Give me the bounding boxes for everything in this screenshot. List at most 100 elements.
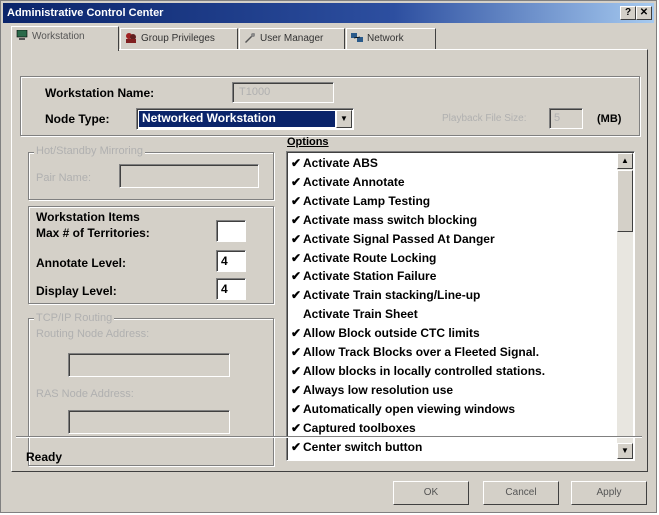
option-item[interactable]: Activate Train Sheet	[291, 307, 418, 321]
check-icon: ✔	[291, 345, 302, 359]
workstation-name-label: Workstation Name:	[45, 86, 155, 100]
check-icon: ✔	[291, 439, 302, 454]
option-item[interactable]: ✔ Activate Route Locking	[291, 251, 436, 265]
workstation-tab-panel: Workstation Name: T1000 Node Type: Netwo…	[11, 49, 648, 472]
check-icon: ✔	[291, 156, 302, 170]
option-item[interactable]: ✔ Allow Track Blocks over a Fleeted Signa…	[291, 345, 539, 359]
network-icon	[351, 31, 363, 42]
check-icon: ✔	[291, 231, 302, 246]
playback-unit: (MB)	[597, 113, 622, 125]
playback-size-field[interactable]: 5	[549, 108, 583, 129]
pair-name-field[interactable]	[119, 164, 259, 188]
option-label: Activate Signal Passed At Danger	[303, 231, 495, 246]
playback-size-label: Playback File Size:	[442, 113, 527, 124]
option-item[interactable]: ✔ Activate mass switch blocking	[291, 213, 477, 227]
cancel-button[interactable]: Cancel	[483, 481, 559, 505]
tab-group-privileges[interactable]: Group Privileges	[120, 28, 238, 50]
tab-network[interactable]: Network	[346, 28, 436, 50]
node-type-label: Node Type:	[45, 112, 110, 126]
option-label: Always low resolution use	[303, 382, 454, 397]
option-item[interactable]: ✔ Activate Annotate	[291, 175, 405, 189]
help-button[interactable]: ?	[620, 6, 636, 20]
window-title: Administrative Control Center	[7, 7, 164, 19]
annotate-level-input[interactable]: 4	[216, 250, 246, 272]
scroll-down-button[interactable]: ▼	[617, 443, 633, 459]
tab-network-label: Network	[367, 33, 404, 44]
apply-button[interactable]: Apply	[571, 481, 647, 505]
admin-control-center-window: Administrative Control Center ? ✕ Workst…	[0, 0, 657, 513]
check-icon: ✔	[291, 401, 302, 416]
workstation-name-field[interactable]: T1000	[232, 82, 334, 103]
option-label: Activate Route Locking	[303, 250, 437, 265]
annotate-level-value: 4	[221, 254, 228, 268]
workstation-items-title: Workstation Items	[36, 210, 140, 224]
option-label: Activate ABS	[303, 156, 378, 170]
check-icon: ✔	[291, 174, 302, 189]
display-level-input[interactable]: 4	[216, 278, 246, 300]
routing-title: TCP/IP Routing	[34, 312, 115, 324]
max-territories-input[interactable]	[216, 220, 246, 242]
option-item[interactable]: ✔ Activate Lamp Testing	[291, 194, 430, 208]
ok-button[interactable]: OK	[393, 481, 469, 505]
option-label: Allow Block outside CTC limits	[303, 326, 480, 341]
scroll-up-button[interactable]: ▲	[617, 153, 633, 169]
check-icon: ✔	[291, 420, 302, 435]
option-item[interactable]: ✔ Allow Block outside CTC limits	[291, 326, 480, 340]
scroll-thumb[interactable]	[617, 170, 633, 232]
tab-group-privileges-label: Group Privileges	[141, 33, 215, 44]
close-button[interactable]: ✕	[636, 6, 652, 20]
option-item[interactable]: ✔ Captured toolboxes	[291, 421, 416, 435]
tab-workstation[interactable]: Workstation	[11, 26, 119, 51]
hot-standby-title: Hot/Standby Mirroring	[34, 145, 145, 157]
check-icon: ✔	[291, 212, 302, 227]
playback-size-value: 5	[554, 112, 561, 124]
routing-node-field[interactable]	[68, 353, 230, 377]
option-item[interactable]: ✔ Automatically open viewing windows	[291, 402, 515, 416]
check-icon: ✔	[291, 326, 302, 341]
node-type-select[interactable]: Networked Workstation ▼	[136, 108, 354, 130]
ras-node-field[interactable]	[68, 410, 230, 434]
display-level-value: 4	[221, 282, 228, 296]
pair-name-label: Pair Name:	[36, 172, 92, 184]
status-text: Ready	[26, 450, 63, 464]
option-item[interactable]: ✔ Always low resolution use	[291, 383, 453, 397]
group-icon	[125, 31, 137, 43]
title-bar[interactable]: Administrative Control Center ? ✕	[3, 3, 654, 23]
option-item[interactable]: ✔ Activate Station Failure	[291, 269, 436, 283]
option-item[interactable]: ✔ Activate Train stacking/Line-up	[291, 288, 480, 302]
check-icon: ✔	[291, 288, 302, 303]
tab-user-manager[interactable]: User Manager	[239, 28, 345, 50]
option-item[interactable]: ✔ Allow blocks in locally controlled stat…	[291, 364, 545, 378]
check-icon: ✔	[291, 193, 302, 208]
options-listbox[interactable]: ✔ Activate ABS ✔ Activate Annotate ✔ Activate…	[286, 151, 635, 461]
workstation-name-value: T1000	[239, 86, 271, 98]
options-scrollbar[interactable]: ▲ ▼	[617, 153, 633, 459]
option-label: Activate Train stacking/Line-up	[303, 288, 481, 303]
workstation-icon	[16, 29, 28, 40]
option-item[interactable]: ✔ Activate Signal Passed At Danger	[291, 232, 495, 246]
option-label: Allow blocks in locally controlled stati…	[303, 363, 546, 378]
user-icon	[244, 31, 256, 43]
close-icon: ✕	[639, 7, 649, 18]
option-item[interactable]: ✔ Activate ABS	[291, 156, 378, 170]
annotate-level-label: Annotate Level:	[36, 256, 127, 270]
check-icon: ✔	[291, 363, 302, 378]
display-level-label: Display Level:	[36, 284, 117, 298]
ras-node-label: RAS Node Address:	[36, 388, 134, 400]
chevron-down-icon[interactable]: ▼	[336, 110, 352, 128]
tab-workstation-label: Workstation	[32, 31, 85, 42]
node-type-value: Networked Workstation	[139, 111, 335, 127]
options-title: Options	[287, 136, 329, 148]
option-label: Automatically open viewing windows	[303, 401, 516, 416]
option-item[interactable]: ✔ Center switch button	[291, 440, 422, 454]
help-icon: ?	[624, 7, 632, 18]
option-label: Activate Annotate	[303, 174, 405, 189]
check-icon: ✔	[291, 269, 302, 284]
option-label: Captured toolboxes	[303, 420, 416, 435]
option-label: Activate Station Failure	[303, 269, 437, 284]
option-label: Allow Track Blocks over a Fleeted Signal…	[303, 345, 540, 359]
option-label: Activate Train Sheet	[303, 307, 418, 322]
max-territories-label: Max # of Territories:	[36, 226, 150, 240]
check-icon: ✔	[291, 250, 302, 265]
option-label: Activate Lamp Testing	[303, 193, 431, 208]
